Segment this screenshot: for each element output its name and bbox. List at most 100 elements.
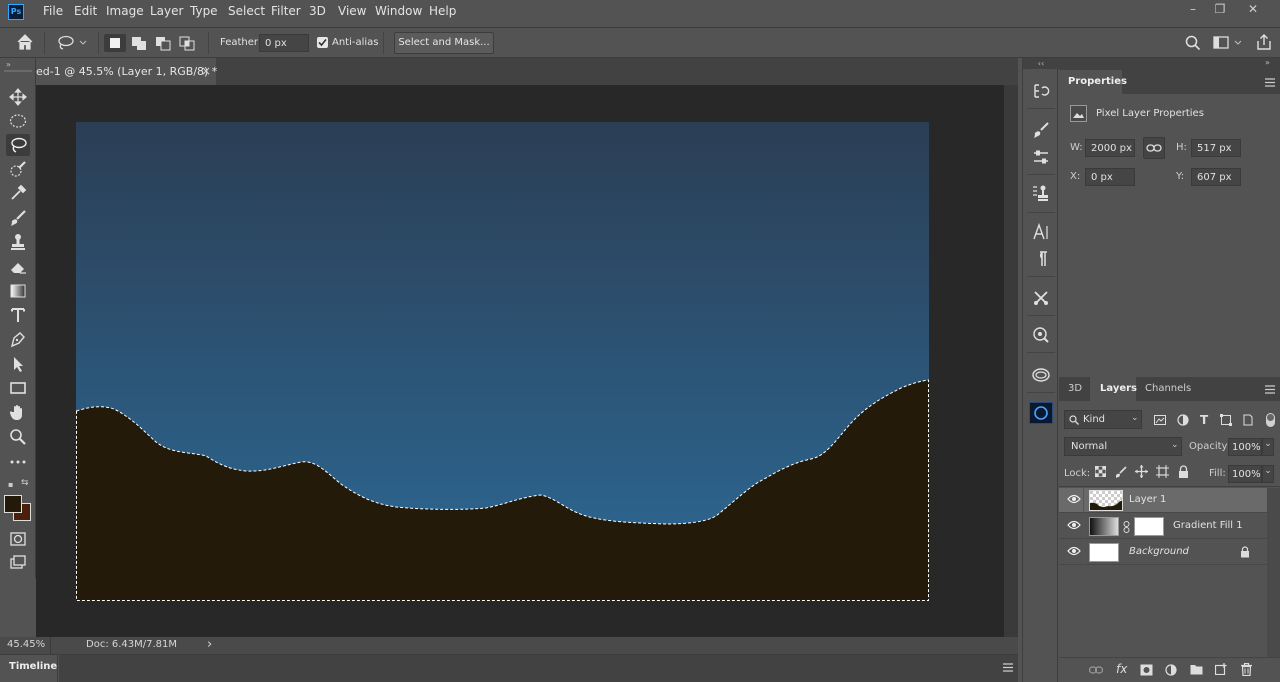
filter-pixel-icon[interactable] [1154, 414, 1166, 426]
lock-all-icon[interactable] [1178, 465, 1189, 478]
visibility-eye-icon[interactable] [1067, 520, 1081, 530]
collapse-dock-icon[interactable]: ‹‹ [1023, 58, 1059, 69]
lock-transparent-icon[interactable] [1095, 466, 1106, 477]
rectangle-tool-icon[interactable] [6, 377, 30, 399]
menu-edit[interactable]: Edit [74, 4, 97, 18]
brush-settings-icon[interactable] [1029, 119, 1053, 141]
layers-menu-icon[interactable] [1265, 385, 1275, 394]
quick-selection-tool-icon[interactable] [6, 158, 30, 180]
menu-window[interactable]: Window [375, 4, 422, 18]
layer-filter-dropdown[interactable]: Kind ⌄ [1064, 410, 1142, 429]
search-icon[interactable] [1185, 35, 1201, 51]
paragraph-icon[interactable] [1029, 248, 1053, 270]
menu-view[interactable]: View [338, 4, 366, 18]
timeline-tab[interactable]: Timeline [9, 661, 57, 672]
lock-artboard-icon[interactable] [1156, 465, 1169, 478]
foreground-color-swatch[interactable] [4, 495, 22, 513]
add-to-selection-button[interactable] [128, 34, 150, 52]
layer-mask-thumbnail[interactable] [1134, 517, 1164, 536]
stamp-tool-icon[interactable] [6, 231, 30, 253]
menu-select[interactable]: Select [228, 4, 265, 18]
vertical-scrollbar[interactable] [1004, 85, 1018, 637]
intersect-selection-button[interactable] [176, 34, 198, 52]
eraser-tool-icon[interactable] [6, 256, 30, 278]
timeline-menu-icon[interactable] [1003, 663, 1013, 672]
x-input[interactable]: 0 px [1085, 168, 1135, 186]
menu-3d[interactable]: 3D [309, 4, 326, 18]
zoom-tool-icon[interactable] [6, 426, 30, 448]
layer-effects-icon[interactable]: fx [1116, 662, 1127, 676]
filter-toggle-switch[interactable] [1266, 413, 1275, 427]
menu-image[interactable]: Image [106, 4, 144, 18]
filter-type-icon[interactable]: T [1200, 413, 1208, 427]
y-input[interactable]: 607 px [1191, 168, 1241, 186]
lock-pixels-icon[interactable] [1115, 466, 1127, 478]
mask-link-icon[interactable] [1123, 521, 1130, 533]
menu-type[interactable]: Type [190, 4, 218, 18]
opacity-input[interactable]: 100% [1228, 438, 1262, 456]
document-canvas[interactable] [76, 122, 929, 601]
subtract-from-selection-button[interactable] [152, 34, 174, 52]
lasso-tool-icon[interactable] [6, 134, 30, 156]
filter-shape-icon[interactable] [1220, 414, 1232, 426]
navigator-icon[interactable] [1029, 324, 1053, 346]
tab-channels[interactable]: Channels [1145, 383, 1191, 394]
adjustments-icon[interactable] [1029, 146, 1053, 168]
visibility-eye-icon[interactable] [1067, 546, 1081, 556]
workspace-icon[interactable] [1213, 35, 1245, 51]
document-tab[interactable]: ed-1 @ 45.5% (Layer 1, RGB/8) * × [36, 58, 217, 85]
path-selection-tool-icon[interactable] [6, 353, 30, 375]
lasso-tool-preset-icon[interactable] [56, 35, 88, 51]
link-layers-icon[interactable] [1089, 665, 1103, 675]
layer-row-background[interactable]: Background [1059, 540, 1267, 565]
zoom-level[interactable]: 45.45% [7, 639, 45, 650]
tool-presets-icon[interactable] [1029, 287, 1053, 309]
menu-file[interactable]: File [43, 4, 63, 18]
layer-row-layer-1[interactable]: Layer 1 [1059, 488, 1267, 513]
lock-position-icon[interactable] [1135, 465, 1148, 478]
libraries-icon[interactable] [1029, 364, 1053, 386]
new-group-icon[interactable] [1190, 664, 1203, 675]
status-menu-arrow[interactable]: › [207, 637, 212, 652]
layer-name[interactable]: Background [1129, 546, 1189, 557]
more-tools-icon[interactable] [6, 451, 30, 473]
new-selection-button[interactable] [104, 34, 126, 52]
character-icon[interactable] [1029, 221, 1053, 243]
layers-scrollbar[interactable] [1267, 488, 1280, 658]
opacity-dropdown-icon[interactable]: ⌄ [1262, 438, 1274, 456]
swap-colors-icon[interactable]: ⇆ [21, 478, 29, 488]
color-extension-icon[interactable] [1029, 402, 1053, 424]
minimize-button[interactable]: – [1180, 2, 1206, 20]
screen-mode-icon[interactable] [6, 552, 30, 574]
link-dimensions-icon[interactable] [1143, 137, 1165, 159]
menu-help[interactable]: Help [429, 4, 456, 18]
properties-menu-icon[interactable] [1265, 78, 1275, 87]
layer-name[interactable]: Layer 1 [1129, 494, 1166, 505]
visibility-eye-icon[interactable] [1067, 494, 1081, 504]
brush-tool-icon[interactable] [6, 207, 30, 229]
close-window-button[interactable]: ✕ [1240, 2, 1266, 20]
menu-layer[interactable]: Layer [150, 4, 183, 18]
document-canvas-area[interactable] [36, 85, 1004, 637]
share-icon[interactable] [1255, 33, 1273, 51]
hand-tool-icon[interactable] [6, 401, 30, 423]
feather-input[interactable]: 0 px [259, 34, 309, 52]
close-tab-icon[interactable]: × [201, 64, 211, 78]
blend-mode-dropdown[interactable]: Normal ⌄ [1064, 437, 1182, 456]
menu-filter[interactable]: Filter [271, 4, 301, 18]
layer-name[interactable]: Gradient Fill 1 [1173, 520, 1243, 531]
move-tool-icon[interactable] [6, 86, 30, 108]
layer-row-gradient-fill-1[interactable]: Gradient Fill 1 [1059, 514, 1267, 539]
add-mask-icon[interactable] [1140, 664, 1153, 676]
new-layer-icon[interactable] [1215, 663, 1227, 675]
fill-input[interactable]: 100% [1228, 465, 1262, 483]
type-tool-icon[interactable] [6, 304, 30, 326]
history-icon[interactable] [1029, 80, 1053, 102]
filter-adjustment-icon[interactable] [1177, 414, 1189, 426]
tab-3d[interactable]: 3D [1068, 383, 1082, 394]
home-icon[interactable] [16, 34, 34, 50]
quick-mask-icon[interactable] [6, 528, 30, 550]
pen-tool-icon[interactable] [6, 328, 30, 350]
width-input[interactable]: 2000 px [1085, 139, 1135, 157]
new-adjustment-layer-icon[interactable] [1165, 664, 1177, 676]
